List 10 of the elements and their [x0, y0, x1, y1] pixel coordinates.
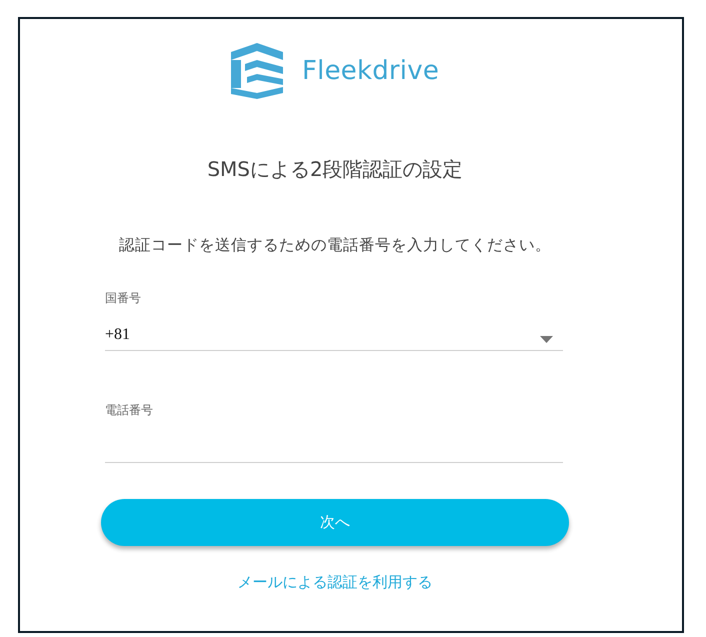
page-title: SMSによる2段階認証の設定: [207, 156, 463, 183]
country-code-select[interactable]: +81: [105, 319, 563, 351]
field-label: 電話番号: [105, 402, 153, 418]
next-button[interactable]: 次へ: [101, 499, 569, 546]
email-auth-link[interactable]: メールによる認証を利用する: [238, 572, 432, 592]
caret-icon: [540, 336, 553, 343]
field-label: 国番号: [105, 290, 141, 306]
brand-name: Fleekdrive: [302, 55, 440, 87]
logo-icon: [230, 43, 283, 99]
instruction-text: 認証コードを送信するための電話番号を入力してください。: [119, 235, 551, 256]
